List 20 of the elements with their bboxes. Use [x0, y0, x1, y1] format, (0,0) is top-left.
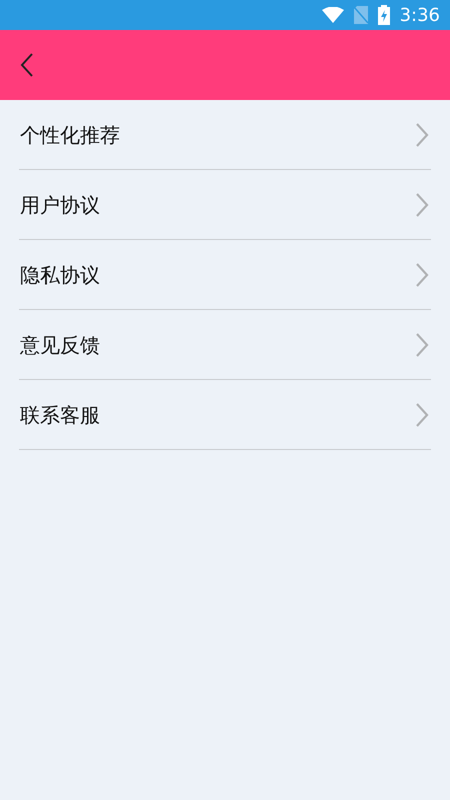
- chevron-right-icon: [415, 402, 429, 426]
- status-time: 3:36: [400, 4, 440, 28]
- menu-item-label: 联系客服: [19, 402, 100, 428]
- battery-icon: [378, 5, 390, 25]
- chevron-right-icon: [415, 192, 429, 216]
- no-sim-icon: [354, 6, 368, 24]
- menu-item[interactable]: 意见反馈: [19, 310, 431, 380]
- chevron-right-icon: [415, 332, 429, 356]
- menu-item-label: 隐私协议: [19, 262, 100, 288]
- menu-item-label: 意见反馈: [19, 332, 100, 358]
- menu-item[interactable]: 隐私协议: [19, 240, 431, 310]
- menu-item[interactable]: 联系客服: [19, 380, 431, 450]
- menu-item[interactable]: 个性化推荐: [19, 100, 431, 170]
- wifi-icon: [322, 7, 344, 23]
- back-icon[interactable]: [20, 53, 34, 77]
- chevron-right-icon: [415, 262, 429, 286]
- chevron-right-icon: [415, 122, 429, 146]
- menu-item[interactable]: 用户协议: [19, 170, 431, 240]
- menu-item-label: 个性化推荐: [19, 122, 120, 148]
- menu-item-label: 用户协议: [19, 192, 100, 218]
